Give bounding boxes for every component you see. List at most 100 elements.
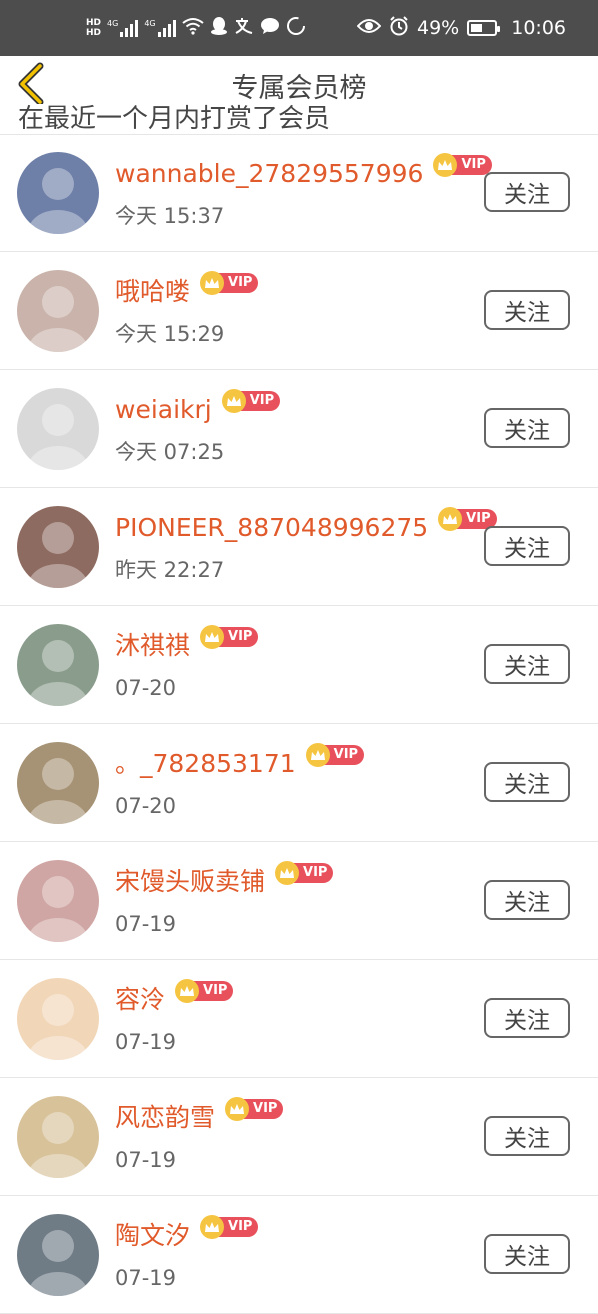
member-name[interactable]: 哦哈喽 <box>115 274 190 310</box>
avatar[interactable] <box>17 270 99 352</box>
member-name[interactable]: 宋馒头贩卖铺 <box>115 864 265 900</box>
follow-button[interactable]: 关注 <box>484 644 570 684</box>
name-line: weiaikrj VIP <box>115 389 281 428</box>
vip-label: VIP <box>243 1099 284 1119</box>
list-item[interactable]: 。_782853171 VIP 07-20 关注 <box>0 724 598 842</box>
member-name[interactable]: weiaikrj <box>115 392 212 428</box>
avatar[interactable] <box>17 860 99 942</box>
list-item[interactable]: wannable_27829557996 VIP 今天 15:37 关注 <box>0 134 598 252</box>
vip-badge: VIP <box>200 270 259 296</box>
crown-icon <box>200 625 225 649</box>
vip-badge: VIP <box>433 152 492 178</box>
member-time: 07-19 <box>115 1030 177 1054</box>
follow-button[interactable]: 关注 <box>484 172 570 212</box>
member-time: 今天 15:37 <box>115 204 225 228</box>
list-item[interactable]: 风恋韵雪 VIP 07-19 关注 <box>0 1078 598 1196</box>
message-icon <box>260 17 280 39</box>
list-item[interactable]: 沐祺祺 VIP 07-20 关注 <box>0 606 598 724</box>
signal-icon: 4G <box>144 19 176 37</box>
crown-icon <box>438 507 463 531</box>
name-line: 宋馒头贩卖铺 VIP <box>115 861 334 900</box>
clock: 10:06 <box>511 17 566 39</box>
name-line: 风恋韵雪 VIP <box>115 1097 284 1136</box>
member-time: 07-19 <box>115 912 177 936</box>
member-time: 昨天 22:27 <box>115 558 225 582</box>
member-name[interactable]: 沐祺祺 <box>115 628 190 664</box>
battery-icon <box>467 20 501 36</box>
name-line: 容泠 VIP <box>115 979 234 1018</box>
header: 在最近一个月内打赏了会员 专属会员榜 <box>0 56 598 135</box>
avatar[interactable] <box>17 1214 99 1296</box>
crown-icon <box>221 389 246 413</box>
list-item[interactable]: 宋馒头贩卖铺 VIP 07-19 关注 <box>0 842 598 960</box>
crown-icon <box>305 743 330 767</box>
vip-label: VIP <box>451 155 492 175</box>
vip-badge: VIP <box>175 978 234 1004</box>
member-time: 今天 15:29 <box>115 322 225 346</box>
member-time: 今天 07:25 <box>115 440 225 464</box>
vip-label: VIP <box>218 273 259 293</box>
list-item[interactable]: weiaikrj VIP 今天 07:25 关注 <box>0 370 598 488</box>
battery-fill <box>471 24 483 32</box>
vip-label: VIP <box>293 863 334 883</box>
avatar[interactable] <box>17 152 99 234</box>
vip-label: VIP <box>218 1217 259 1237</box>
member-time: 07-20 <box>115 794 177 818</box>
follow-button[interactable]: 关注 <box>484 290 570 330</box>
vip-label: VIP <box>218 627 259 647</box>
follow-button[interactable]: 关注 <box>484 762 570 802</box>
page-title: 专属会员榜 <box>0 66 598 105</box>
avatar[interactable] <box>17 978 99 1060</box>
list-item[interactable]: 陶文汐 VIP 07-19 关注 <box>0 1196 598 1314</box>
member-name[interactable]: 陶文汐 <box>115 1218 190 1254</box>
list-item[interactable]: PIONEER_887048996275 VIP 昨天 22:27 关注 <box>0 488 598 606</box>
avatar[interactable] <box>17 388 99 470</box>
member-name[interactable]: 风恋韵雪 <box>115 1100 215 1136</box>
member-time: 07-19 <box>115 1266 177 1290</box>
avatar[interactable] <box>17 1096 99 1178</box>
qq-icon <box>210 16 228 40</box>
name-line: 陶文汐 VIP <box>115 1215 259 1254</box>
vip-badge: VIP <box>275 860 334 886</box>
member-time: 07-20 <box>115 676 177 700</box>
battery-percent: 49% <box>417 17 460 39</box>
member-list: wannable_27829557996 VIP 今天 15:37 关注 哦哈喽 <box>0 134 598 1314</box>
crown-icon <box>275 861 300 885</box>
member-name[interactable]: 。_782853171 <box>115 746 296 782</box>
vip-badge: VIP <box>200 624 259 650</box>
name-line: 沐祺祺 VIP <box>115 625 259 664</box>
name-line: PIONEER_887048996275 VIP <box>115 507 497 546</box>
vip-label: VIP <box>239 391 281 411</box>
wifi-icon <box>181 17 204 39</box>
list-item[interactable]: 哦哈喽 VIP 今天 15:29 关注 <box>0 252 598 370</box>
vip-badge: VIP <box>200 1214 259 1240</box>
name-line: wannable_27829557996 VIP <box>115 153 492 192</box>
follow-button[interactable]: 关注 <box>484 526 570 566</box>
follow-button[interactable]: 关注 <box>484 1234 570 1274</box>
avatar[interactable] <box>17 624 99 706</box>
member-name[interactable]: wannable_27829557996 <box>115 156 423 192</box>
translate-icon <box>234 17 254 39</box>
avatar[interactable] <box>17 742 99 824</box>
eye-icon <box>356 17 382 40</box>
vip-label: VIP <box>193 981 234 1001</box>
follow-button[interactable]: 关注 <box>484 880 570 920</box>
member-time: 07-19 <box>115 1148 177 1172</box>
vip-badge: VIP <box>305 742 365 768</box>
crown-icon <box>225 1097 250 1121</box>
vip-badge: VIP <box>225 1096 284 1122</box>
member-name[interactable]: PIONEER_887048996275 <box>115 510 428 546</box>
list-item[interactable]: 容泠 VIP 07-19 关注 <box>0 960 598 1078</box>
follow-button[interactable]: 关注 <box>484 998 570 1038</box>
avatar[interactable] <box>17 506 99 588</box>
status-bar: HD HD 4G 4G 49% 10:06 <box>0 0 598 56</box>
name-line: 哦哈喽 VIP <box>115 271 259 310</box>
crown-icon <box>200 1215 225 1239</box>
member-name[interactable]: 容泠 <box>115 982 165 1018</box>
status-icons-right: 49% 10:06 <box>356 14 566 42</box>
hd-icon: HD HD <box>86 18 102 38</box>
follow-button[interactable]: 关注 <box>484 408 570 448</box>
name-line: 。_782853171 VIP <box>115 743 365 782</box>
follow-button[interactable]: 关注 <box>484 1116 570 1156</box>
crown-icon <box>175 979 200 1003</box>
